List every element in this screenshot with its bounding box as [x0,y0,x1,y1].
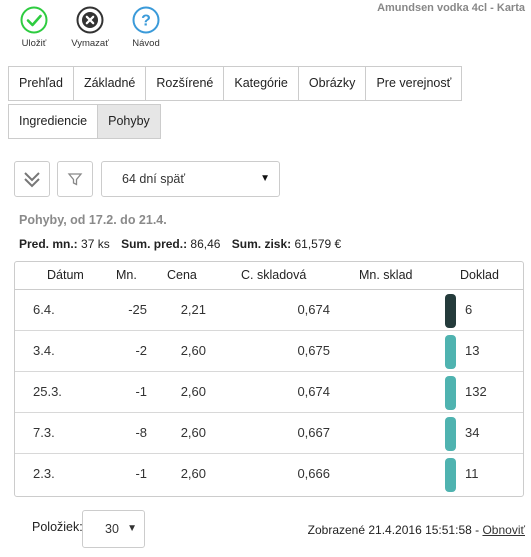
save-button[interactable]: Uložiť [6,6,62,49]
header-price[interactable]: Cena [167,268,197,282]
tab-kategorie[interactable]: Kategórie [223,66,299,101]
summary: Pred. mn.: 37 ks Sum. pred.: 86,46 Sum. … [19,237,341,251]
save-label: Uložiť [21,38,47,49]
document-type-bar [445,376,456,410]
movements-grid: Dátum Mn. Cena C. skladová Mn. sklad Dok… [14,261,524,497]
table-row[interactable]: 25.3. -1 2,60 0,674 132 [15,372,523,413]
cell-document[interactable]: 11 [465,466,479,481]
period-title: Pohyby, od 17.2. do 21.4. [19,213,167,227]
header-date[interactable]: Dátum [47,268,84,282]
toolbar: Uložiť Vymazať ? Návod [6,6,174,49]
qty-value: 37 ks [81,237,110,251]
funnel-icon [67,173,83,186]
cell-qty: -8 [135,425,147,440]
cell-price: 2,60 [180,343,206,358]
tabs-row-2: Ingrediencie Pohyby [8,104,522,139]
tab-pre-verejnost[interactable]: Pre verejnosť [365,66,463,101]
period-select-value: 64 dní späť [122,172,186,186]
cell-date: 3.4. [33,343,55,358]
cell-price: 2,60 [180,425,206,440]
double-chevron-down-icon [24,172,40,188]
cell-qty: -1 [135,466,147,481]
grid-header: Dátum Mn. Cena C. skladová Mn. sklad Dok… [15,262,523,290]
cell-date: 2.3. [33,466,55,481]
cell-qty: -1 [135,384,147,399]
header-stock-price[interactable]: C. skladová [241,268,306,282]
cell-document[interactable]: 132 [465,384,487,399]
cell-stock-price: 0,674 [297,302,330,317]
cell-price: 2,60 [180,384,206,399]
collapse-button[interactable] [14,161,50,197]
document-type-bar [445,294,456,328]
cell-stock-price: 0,667 [297,425,330,440]
document-type-bar [445,335,456,369]
cell-stock-price: 0,666 [297,466,330,481]
document-type-bar [445,458,456,492]
svg-text:?: ? [141,13,151,30]
table-row[interactable]: 7.3. -8 2,60 0,667 34 [15,413,523,454]
window-title: Amundsen vodka 4cl - Karta [377,2,525,14]
cell-stock-price: 0,675 [297,343,330,358]
table-row[interactable]: 2.3. -1 2,60 0,666 11 [15,454,523,495]
header-stock-qty[interactable]: Mn. sklad [359,268,413,282]
cell-document[interactable]: 34 [465,425,479,440]
cell-document[interactable]: 13 [465,343,479,358]
header-qty[interactable]: Mn. [116,268,137,282]
cell-price: 2,60 [180,466,206,481]
period-select[interactable]: 64 dní späť ▼ [101,161,280,197]
sales-value: 86,46 [190,237,221,251]
table-row[interactable]: 6.4. -25 2,21 0,674 6 [15,290,523,331]
x-circle-icon [76,6,104,34]
shown-text: Zobrazené 21.4.2016 15:51:58 - [307,523,480,537]
cell-document[interactable]: 6 [465,302,472,317]
page-size-select[interactable]: 30 ▼ [82,510,145,548]
table-row[interactable]: 3.4. -2 2,60 0,675 13 [15,331,523,372]
caret-down-icon: ▼ [260,173,270,184]
tab-rozsirene[interactable]: Rozšírené [145,66,225,101]
filter-bar: 64 dní späť ▼ [14,161,280,197]
delete-label: Vymazať [71,38,109,49]
page-size-value: 30 [105,522,119,536]
tab-pohyby[interactable]: Pohyby [97,104,161,139]
check-circle-icon [20,6,48,34]
grid-body: 6.4. -25 2,21 0,674 6 3.4. -2 2,60 0,675 13 25.3. -… [15,290,523,495]
delete-button[interactable]: Vymazať [62,6,118,49]
cell-date: 6.4. [33,302,55,317]
tab-obrazky[interactable]: Obrázky [297,66,367,101]
tab-ingrediencie[interactable]: Ingrediencie [8,104,99,139]
cell-qty: -25 [128,302,147,317]
filter-button[interactable] [57,161,93,197]
profit-label: Sum. zisk: [231,237,292,251]
document-type-bar [445,417,456,451]
page-size-label: Položiek: [32,520,83,534]
sales-label: Sum. pred.: [121,237,188,251]
header-document[interactable]: Doklad [460,268,499,282]
cell-price: 2,21 [180,302,206,317]
qty-label: Pred. mn.: [19,237,78,251]
question-circle-icon: ? [132,6,160,34]
tab-zakladne[interactable]: Základné [72,66,147,101]
cell-date: 25.3. [33,384,62,399]
caret-down-icon: ▼ [127,523,137,534]
cell-date: 7.3. [33,425,55,440]
help-label: Návod [132,38,160,49]
tabs-row-1: Prehľad Základné Rozšírené Kategórie Obr… [8,66,522,101]
shown-info: Zobrazené 21.4.2016 15:51:58 - Obnoviť [308,523,525,537]
profit-value: 61,579 € [294,237,342,251]
cell-stock-price: 0,674 [297,384,330,399]
cell-qty: -2 [135,343,147,358]
refresh-link[interactable]: Obnoviť [482,523,525,537]
help-button[interactable]: ? Návod [118,6,174,49]
tab-prehlad[interactable]: Prehľad [8,66,74,101]
